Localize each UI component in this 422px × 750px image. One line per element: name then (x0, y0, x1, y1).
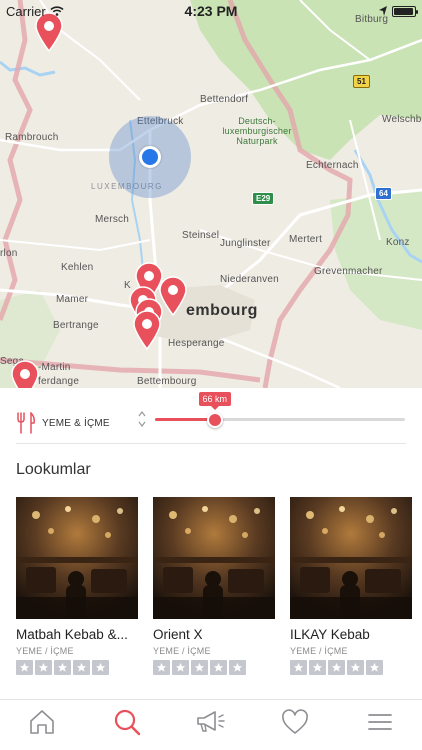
heart-icon (282, 709, 309, 734)
map-label-mamer: Mamer (56, 294, 89, 305)
star-icon (191, 660, 208, 675)
current-location-dot (139, 146, 161, 168)
battery-level (394, 7, 413, 15)
map-label-steinsel: Steinsel (182, 230, 220, 241)
map-label-konz: Konz (386, 237, 410, 248)
star-icon (309, 660, 326, 675)
place-category: YEME / İÇME (153, 646, 211, 656)
road-shield-e29: E29 (252, 192, 275, 205)
road-shield-64: 64 (375, 187, 392, 200)
star-icon (210, 660, 227, 675)
map-label-welschb: Welschb (382, 114, 422, 125)
map-label-grevenmacher: Grevenmacher (314, 266, 383, 277)
tab-announcements[interactable] (189, 702, 233, 742)
map-label-park: Deutsch-luxemburgischer Naturpark (222, 116, 292, 146)
star-icon (153, 660, 170, 675)
map-label-niederanven: Niederanven (220, 274, 279, 285)
star-icon (366, 660, 383, 675)
distance-slider-thumb[interactable] (207, 412, 223, 428)
place-name: ILKAY Kebab (290, 627, 370, 642)
places-carousel[interactable]: Matbah Kebab &... YEME / İÇME Orient X Y… (16, 497, 412, 675)
star-icon (92, 660, 109, 675)
status-bar: Carrier 4:23 PM (0, 0, 422, 22)
star-icon (172, 660, 189, 675)
star-icon (54, 660, 71, 675)
tab-menu[interactable] (358, 702, 402, 742)
place-category: YEME / İÇME (16, 646, 74, 656)
place-name: Orient X (153, 627, 203, 642)
rating-stars (16, 660, 138, 675)
fork-knife-icon (17, 412, 35, 434)
tab-bar (0, 699, 422, 750)
place-photo (16, 497, 138, 619)
star-icon (229, 660, 246, 675)
place-card[interactable]: ILKAY Kebab YEME / İÇME (290, 497, 412, 675)
map-pin[interactable] (132, 310, 162, 350)
search-icon (114, 709, 140, 736)
map-label-echternach: Echternach (306, 160, 359, 171)
place-photo (290, 497, 412, 619)
section-title: Lookumlar (16, 461, 91, 478)
map-label-mersch: Mersch (95, 214, 129, 225)
tab-home[interactable] (20, 702, 64, 742)
star-icon (328, 660, 345, 675)
map-label-bertrange: Bertrange (53, 320, 99, 331)
map-label-ferdange: ferdange (38, 376, 80, 387)
map-view[interactable]: Bitburg Bettendorf Ettelbruck Rambrouch … (0, 0, 422, 388)
star-icon (16, 660, 33, 675)
map-label-junglinster: Junglinster (220, 238, 271, 249)
place-name: Matbah Kebab &... (16, 627, 128, 642)
category-stepper-icon[interactable] (137, 410, 147, 428)
place-card[interactable]: Matbah Kebab &... YEME / İÇME (16, 497, 138, 675)
tab-search[interactable] (105, 702, 149, 742)
map-label-kehlen: Kehlen (61, 262, 94, 273)
map-label-saint-martin: -Martin (38, 362, 71, 373)
distance-slider-fill (155, 418, 215, 421)
map-label-arlon: rlon (0, 248, 18, 259)
star-icon (73, 660, 90, 675)
map-label-rambrouch: Rambrouch (5, 132, 59, 143)
star-icon (35, 660, 52, 675)
map-label-bettendorf: Bettendorf (200, 94, 249, 105)
distance-value-bubble: 66 km (198, 392, 232, 410)
star-icon (347, 660, 364, 675)
map-label-mertert: Mertert (289, 234, 323, 245)
map-pin[interactable] (10, 360, 40, 388)
category-selector[interactable]: YEME & İÇME (16, 412, 110, 434)
place-card[interactable]: Orient X YEME / İÇME (153, 497, 275, 675)
place-category: YEME / İÇME (290, 646, 348, 656)
battery-icon (392, 5, 418, 17)
menu-icon (367, 714, 392, 730)
road-shield-51: 51 (353, 75, 370, 88)
filter-row: YEME & İÇME 66 km (0, 392, 422, 444)
category-label: YEME & İÇME (42, 417, 110, 429)
home-icon (30, 710, 54, 734)
status-time: 4:23 PM (184, 3, 238, 19)
place-photo (153, 497, 275, 619)
distance-slider-track[interactable] (155, 418, 405, 421)
star-icon (290, 660, 307, 675)
rating-stars (290, 660, 412, 675)
map-label-bettembourg: Bettembourg (137, 376, 197, 387)
divider (16, 443, 406, 444)
map-label-hesperange: Hesperange (168, 338, 225, 349)
megaphone-icon (197, 711, 225, 732)
map-label-luxembourg-city: embourg (186, 302, 258, 319)
rating-stars (153, 660, 275, 675)
tab-favorites[interactable] (273, 702, 317, 742)
